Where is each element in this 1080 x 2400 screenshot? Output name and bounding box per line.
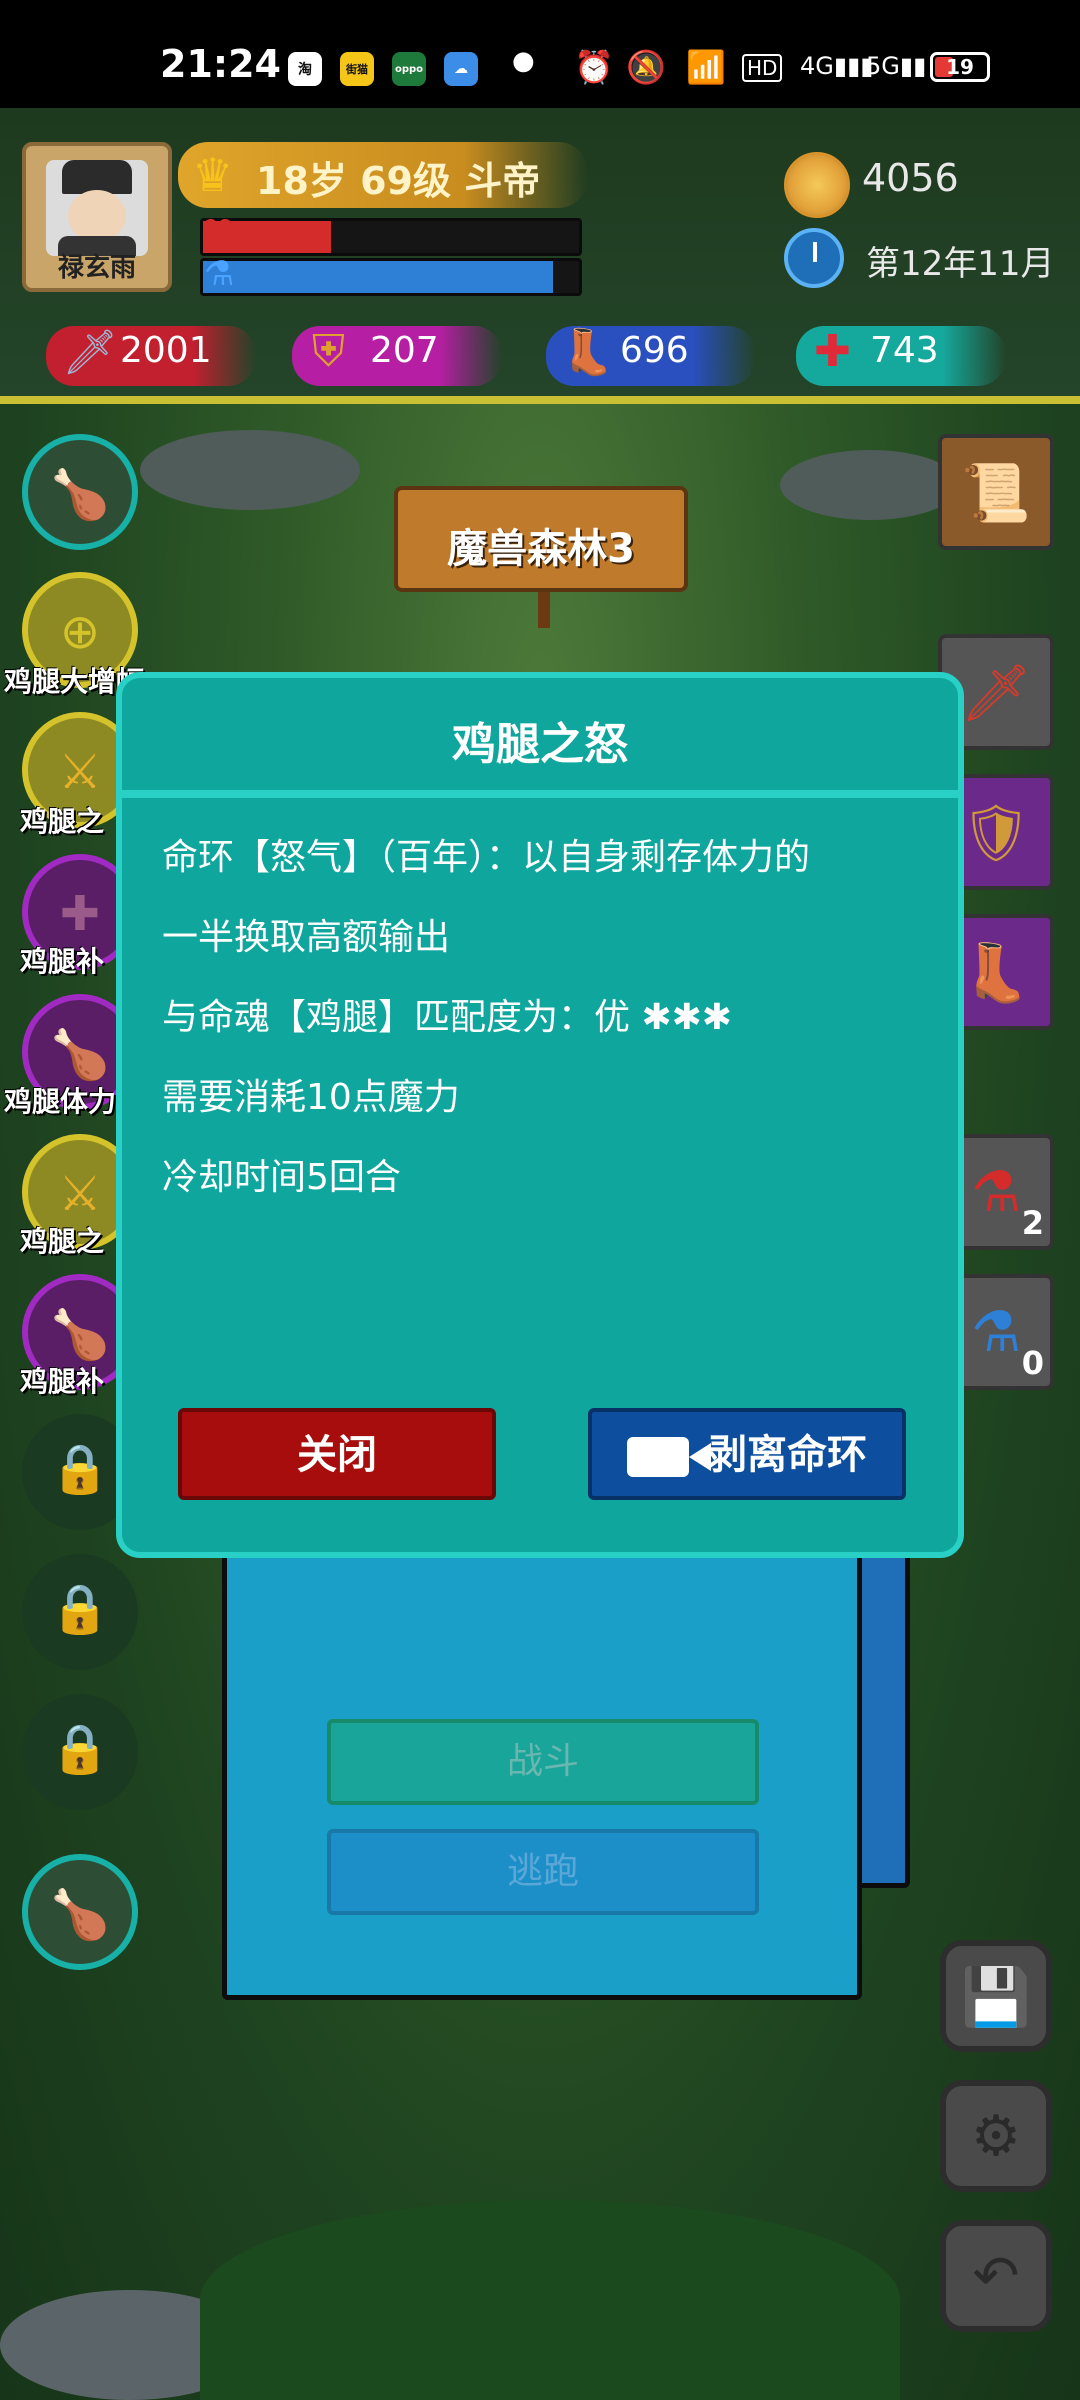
weather-app-icon: ☁ xyxy=(444,52,478,86)
drumstick-icon: 🍗 xyxy=(50,467,110,523)
signpost xyxy=(538,592,550,628)
battery-level: 19 xyxy=(946,55,974,79)
shield-icon: ⛨ xyxy=(312,326,345,377)
dialog-title: 鸡腿之怒 xyxy=(452,719,628,770)
mute-icon: 🔕 xyxy=(626,48,666,86)
close-button-label: 关闭 xyxy=(297,1432,377,1478)
game-date: 第12年11月 xyxy=(866,244,1055,284)
vine-foliage xyxy=(200,2200,900,2400)
save-button[interactable]: 💾 xyxy=(940,1940,1052,2052)
red-potion-count: 2 xyxy=(1021,1204,1044,1242)
drumstick-attack-skill-button[interactable]: 🍗 xyxy=(22,1854,138,1970)
skill-dialog: 鸡腿之怒 命环【怒气】（百年）：以自身剩存体力的 一半换取高额输出 与命魂【鸡腿… xyxy=(116,672,964,1558)
crown-icon: ♛ xyxy=(192,148,234,202)
player-name: 禄玄雨 xyxy=(57,253,136,283)
coin-icon xyxy=(784,152,850,218)
back-arrow-icon: ↶ xyxy=(972,2244,1020,2309)
signal-4g-icon: 4G▮▮▮ xyxy=(800,52,874,80)
close-button[interactable]: 关闭 xyxy=(178,1408,496,1500)
lock-icon: 🔒 xyxy=(50,1721,110,1777)
gold-amount: 4056 xyxy=(862,156,959,200)
save-icon: 💾 xyxy=(961,1965,1031,2030)
player-avatar[interactable]: 禄玄雨 xyxy=(22,142,172,292)
player-title: 18岁 69级 斗帝 xyxy=(256,159,541,203)
lock-icon: 🔒 xyxy=(50,1581,110,1637)
plus-icon: ⊕ xyxy=(59,604,101,660)
locked-skill-slot[interactable]: 🔒 xyxy=(22,1554,138,1670)
location-signboard: 魔兽森林3 xyxy=(394,486,688,592)
drumstick-skill-button[interactable]: 🍗 xyxy=(22,434,138,550)
defense-value: 207 xyxy=(370,330,439,371)
back-button[interactable]: ↶ xyxy=(940,2220,1052,2332)
gear-icon: ⚙ xyxy=(970,2104,1022,2169)
dialog-divider xyxy=(122,790,958,798)
drumstick-sword-icon: 🍗 xyxy=(50,1887,110,1943)
flee-button[interactable]: 逃跑 xyxy=(327,1829,759,1915)
peel-button-label: 剥离命环 xyxy=(707,1432,867,1478)
avatar-portrait xyxy=(46,160,148,256)
rock xyxy=(140,430,360,510)
heart-icon: ♥ xyxy=(200,212,236,258)
wifi-icon: 📶 xyxy=(686,48,726,86)
hud-divider xyxy=(0,396,1080,404)
oppo-app-icon: oppo xyxy=(392,52,426,86)
battery-icon: 19 xyxy=(930,52,990,82)
video-camera-icon xyxy=(627,1437,711,1477)
skill-label-4: 鸡腿体力 xyxy=(4,1085,117,1118)
dialog-line-1: 命环【怒气】（百年）：以自身剩存体力的 xyxy=(162,837,811,878)
locked-skill-slot[interactable]: 🔒 xyxy=(22,1694,138,1810)
attack-value: 2001 xyxy=(120,330,212,371)
blue-potion-count: 0 xyxy=(1021,1344,1044,1382)
scroll-map-icon: 📜 xyxy=(961,461,1031,526)
hp-bar xyxy=(200,218,582,256)
taobao-app-icon: 淘 xyxy=(288,52,322,86)
speed-value: 696 xyxy=(620,330,689,371)
health-cross-icon: ✚ xyxy=(814,326,851,377)
signal-5g-icon: 5G▮▮ xyxy=(866,52,927,80)
settings-button[interactable]: ⚙ xyxy=(940,2080,1052,2192)
map-scroll-button[interactable]: 📜 xyxy=(938,434,1054,550)
status-time: 21:24 xyxy=(160,42,281,86)
skill-label-6: 鸡腿补 xyxy=(20,1365,105,1398)
dialog-line-3: 与命魂【鸡腿】匹配度为：优 ✱✱✱ xyxy=(162,997,732,1038)
rock xyxy=(780,450,960,520)
skill-label-3: 鸡腿补 xyxy=(20,945,105,978)
dot-icon: ● xyxy=(512,46,535,76)
mp-bar xyxy=(200,258,582,296)
health-value: 743 xyxy=(870,330,939,371)
dialog-line-2: 一半换取高额输出 xyxy=(162,917,451,958)
jiemao-app-icon: 街猫 xyxy=(340,52,374,86)
dialog-line-4: 需要消耗10点魔力 xyxy=(162,1077,460,1118)
fight-button[interactable]: 战斗 xyxy=(327,1719,759,1805)
skill-label-2: 鸡腿之 xyxy=(20,805,105,838)
boot-icon: 👢 xyxy=(560,327,615,378)
sword-icon: 🗡 xyxy=(62,327,118,378)
mp-bar-fill xyxy=(203,261,553,293)
skill-label-5: 鸡腿之 xyxy=(20,1225,105,1258)
mana-flask-icon: ⚗ xyxy=(204,254,235,294)
location-name: 魔兽森林3 xyxy=(447,526,635,572)
hd-icon: HD xyxy=(742,54,783,82)
clock-icon xyxy=(784,228,844,288)
peel-ring-button[interactable]: 剥离命环 xyxy=(588,1408,906,1500)
dialog-line-5: 冷却时间5回合 xyxy=(162,1157,401,1198)
alarm-icon: ⏰ xyxy=(574,48,614,86)
